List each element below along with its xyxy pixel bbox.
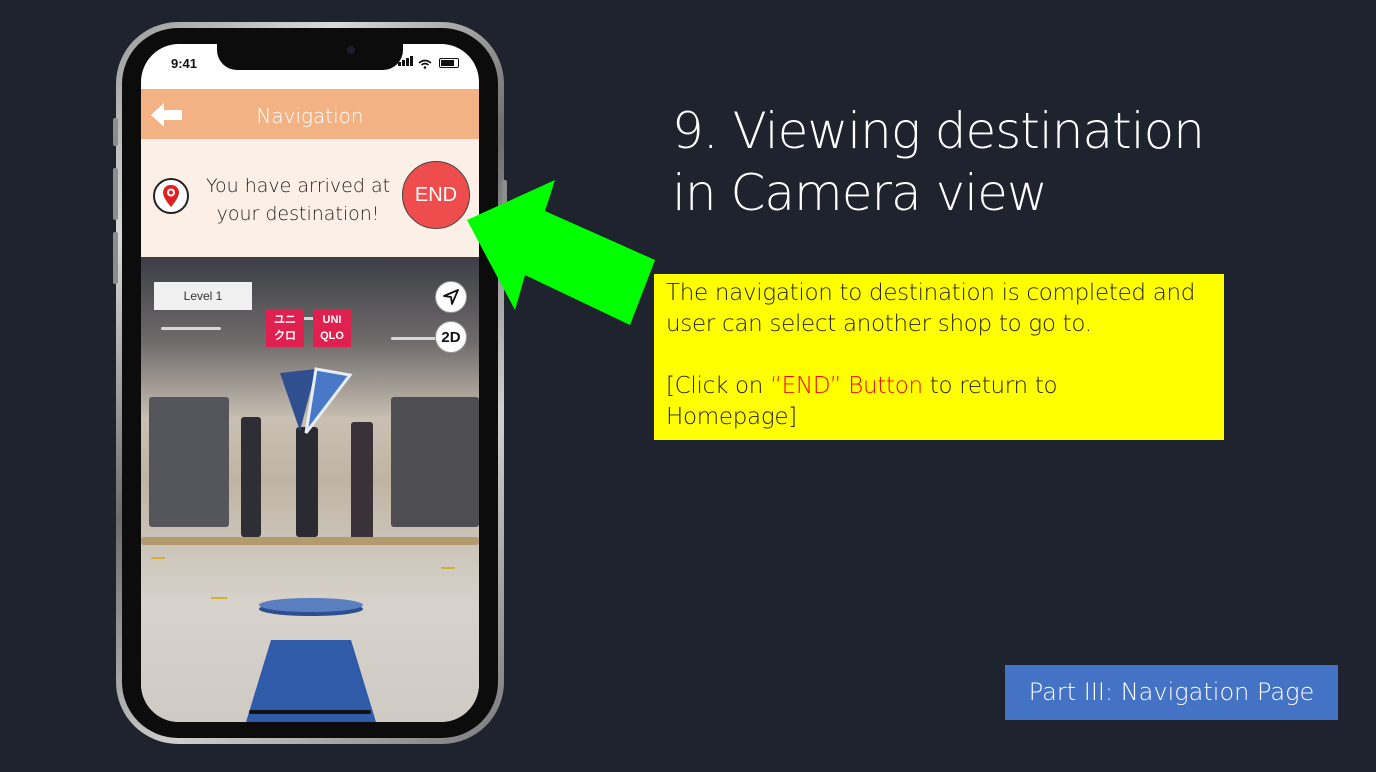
front-camera [347,46,355,54]
floor-marking [151,557,165,559]
arrival-panel: You have arrived at your destination! EN… [141,139,479,257]
arrival-message: You have arrived at your destination! [193,172,403,228]
instruction-note: The navigation to destination is complet… [654,274,1224,440]
status-time: 9:41 [171,56,198,71]
store-sign-latin: UNI QLO [313,309,351,347]
note-line4: Homepage] [666,404,797,430]
note-line2: user can select another shop to go to. [666,311,1092,337]
phone-volume-down [113,232,118,284]
floor-edge [141,537,479,545]
home-indicator [249,710,371,714]
camera-view: ユニ クロ UNI QLO Level 1 2D [141,257,479,722]
phone-notch [217,40,403,70]
mannequin [241,417,261,537]
arrival-message-line2: your destination! [216,203,380,225]
ar-path-indicator [246,598,376,722]
note-line1: The navigation to destination is complet… [666,280,1196,306]
slide-title-line1: 9. Viewing destination [672,102,1205,160]
note-end-button-reference: “END” Button [770,373,923,399]
store-sign-katakana: ユニ クロ [266,309,304,347]
slide-title-line2: in Camera view [672,164,1048,222]
floor-marking [441,567,455,569]
floor-marking [211,597,227,599]
wifi-icon [418,59,432,69]
mannequin [351,422,373,542]
arrow-pointer-icon [467,180,655,325]
ar-destination-marker [280,367,353,434]
ceiling-light [161,327,221,330]
section-label: Part III: Navigation Page [1005,665,1338,720]
phone-mute-switch [113,118,118,146]
mannequin [296,427,318,537]
clothing-rack [391,397,479,527]
phone-screen: 9:41 Navigation You have arrived at your… [141,44,479,722]
level-selector[interactable]: Level 1 [154,282,252,310]
location-pin-icon [153,178,189,214]
slide-title: 9. Viewing destination in Camera view [672,100,1205,224]
clothing-rack [149,397,229,527]
arrival-message-line1: You have arrived at [205,175,391,197]
phone-volume-up [113,168,118,220]
page-title: Navigation [256,104,364,128]
navigation-header: Navigation [141,89,479,139]
status-icons [397,56,459,69]
battery-icon [439,58,459,69]
note-line3: [Click on “END” Button to return to [666,373,1058,399]
